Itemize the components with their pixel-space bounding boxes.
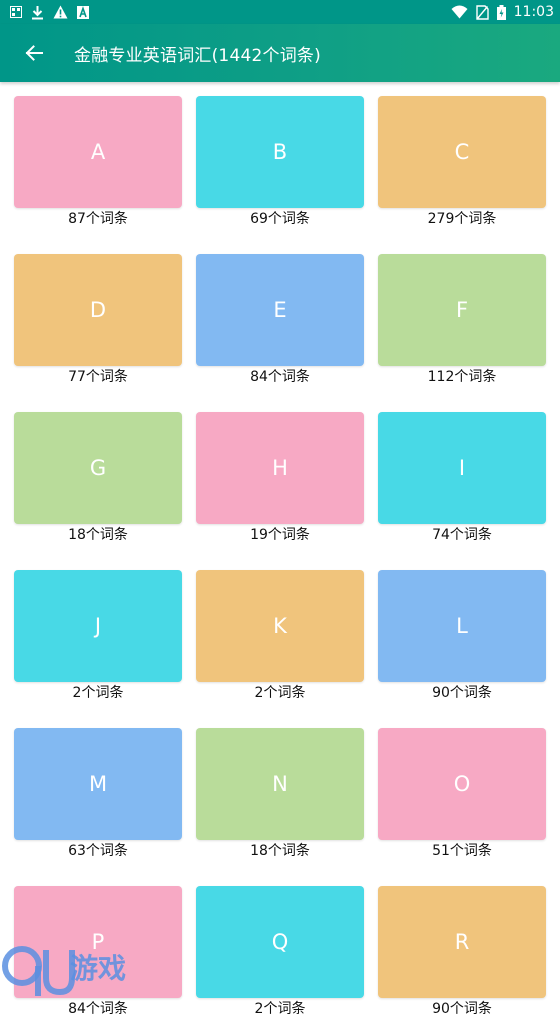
letter-tile-c[interactable]: C 279个词条 — [378, 96, 546, 228]
term-count-label: 77个词条 — [68, 369, 128, 385]
letter-tile-o[interactable]: O 51个词条 — [378, 728, 546, 860]
no-sim-icon — [475, 4, 489, 20]
status-bar: 11:03 — [0, 0, 560, 24]
term-count-label: 69个词条 — [250, 211, 310, 227]
letter-card[interactable]: C — [378, 96, 546, 208]
term-count-label: 18个词条 — [250, 843, 310, 859]
term-count-label: 90个词条 — [432, 685, 492, 701]
letter-card[interactable]: M — [14, 728, 182, 840]
status-left-icons — [0, 5, 89, 20]
battery-icon — [496, 4, 506, 20]
letter-card[interactable]: P — [14, 886, 182, 998]
letter-tile-n[interactable]: N 18个词条 — [196, 728, 364, 860]
letter-card[interactable]: L — [378, 570, 546, 682]
letter-tile-p[interactable]: P 84个词条 — [14, 886, 182, 1018]
page-title: 金融专业英语词汇(1442个词条) — [74, 45, 321, 66]
warning-icon — [53, 5, 68, 19]
letter-tile-b[interactable]: B 69个词条 — [196, 96, 364, 228]
letter-tile-l[interactable]: L 90个词条 — [378, 570, 546, 702]
download-icon — [31, 5, 44, 20]
letter-tile-i[interactable]: I 74个词条 — [378, 412, 546, 544]
letter-grid: A 87个词条 B 69个词条 C 279个词条 D 77个词条 E 84个词条 F 112个词条 G 1… — [14, 96, 546, 1018]
letter-tile-d[interactable]: D 77个词条 — [14, 254, 182, 386]
term-count-label: 87个词条 — [68, 211, 128, 227]
term-count-label: 63个词条 — [68, 843, 128, 859]
letter-card[interactable]: K — [196, 570, 364, 682]
term-count-label: 112个词条 — [427, 369, 497, 385]
letter-card[interactable]: I — [378, 412, 546, 524]
letter-card[interactable]: D — [14, 254, 182, 366]
app-bar: 金融专业英语词汇(1442个词条) — [0, 24, 560, 82]
term-count-label: 74个词条 — [432, 527, 492, 543]
letter-tile-h[interactable]: H 19个词条 — [196, 412, 364, 544]
letter-tile-a[interactable]: A 87个词条 — [14, 96, 182, 228]
term-count-label: 2个词条 — [254, 685, 306, 701]
term-count-label: 84个词条 — [250, 369, 310, 385]
term-count-label: 279个词条 — [427, 211, 497, 227]
letter-card[interactable]: A — [14, 96, 182, 208]
term-count-label: 84个词条 — [68, 1001, 128, 1017]
back-button[interactable] — [14, 33, 54, 73]
term-count-label: 90个词条 — [432, 1001, 492, 1017]
letter-card[interactable]: R — [378, 886, 546, 998]
letter-card[interactable]: B — [196, 96, 364, 208]
letter-tile-r[interactable]: R 90个词条 — [378, 886, 546, 1018]
letter-tile-f[interactable]: F 112个词条 — [378, 254, 546, 386]
letter-card[interactable]: E — [196, 254, 364, 366]
letter-tile-k[interactable]: K 2个词条 — [196, 570, 364, 702]
term-count-label: 51个词条 — [432, 843, 492, 859]
letter-card[interactable]: F — [378, 254, 546, 366]
arrow-left-icon — [25, 45, 43, 61]
letter-tile-j[interactable]: J 2个词条 — [14, 570, 182, 702]
letter-tile-e[interactable]: E 84个词条 — [196, 254, 364, 386]
letter-tile-q[interactable]: Q 2个词条 — [196, 886, 364, 1018]
term-count-label: 2个词条 — [72, 685, 124, 701]
letter-card[interactable]: O — [378, 728, 546, 840]
gallery-icon — [10, 6, 22, 18]
letter-tile-m[interactable]: M 63个词条 — [14, 728, 182, 860]
letter-card[interactable]: H — [196, 412, 364, 524]
wifi-icon — [451, 5, 468, 19]
letter-card[interactable]: N — [196, 728, 364, 840]
letter-tile-g[interactable]: G 18个词条 — [14, 412, 182, 544]
term-count-label: 2个词条 — [254, 1001, 306, 1017]
a-box-icon — [77, 5, 89, 19]
status-time: 11:03 — [513, 4, 554, 20]
term-count-label: 18个词条 — [68, 527, 128, 543]
term-count-label: 19个词条 — [250, 527, 310, 543]
letter-card[interactable]: J — [14, 570, 182, 682]
letter-card[interactable]: Q — [196, 886, 364, 998]
status-right-icons: 11:03 — [451, 4, 560, 20]
letter-card[interactable]: G — [14, 412, 182, 524]
